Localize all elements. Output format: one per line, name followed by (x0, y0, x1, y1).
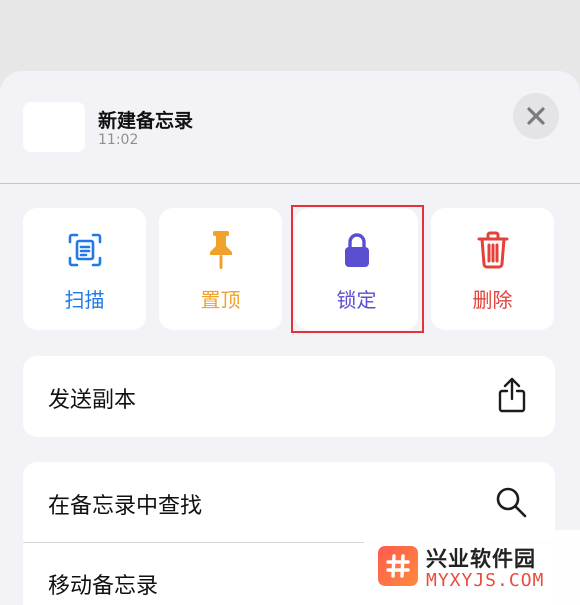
note-thumbnail (23, 102, 85, 152)
send-copy-label: 发送副本 (48, 388, 137, 413)
watermark-name: 兴业软件园 (426, 547, 536, 571)
send-copy-row[interactable]: 发送副本 (23, 356, 555, 437)
find-in-note-label: 在备忘录中查找 (48, 494, 203, 519)
note-timestamp: 11:02 (98, 132, 139, 148)
scan-document-icon (68, 233, 101, 267)
hash-logo (378, 546, 418, 586)
header-divider (0, 183, 580, 184)
pin-label: 置顶 (200, 288, 241, 312)
pin-action-button[interactable]: 置顶 (159, 208, 282, 330)
share-icon (498, 377, 526, 413)
lock-action-button[interactable]: 锁定 (295, 208, 418, 330)
watermark-url: MYXYJS.COM (426, 570, 545, 591)
note-title: 新建备忘录 (98, 110, 194, 132)
note-header: 新建备忘录 11:02 (0, 71, 580, 183)
lock-label: 锁定 (336, 288, 377, 312)
action-sheet: 新建备忘录 11:02 扫描 置顶 锁定 删除 发送副本 在备忘录中查找 移动备… (0, 71, 580, 605)
pin-icon (209, 231, 232, 269)
scan-action-button[interactable]: 扫描 (23, 208, 146, 330)
delete-action-button[interactable]: 删除 (431, 208, 554, 330)
trash-icon (477, 231, 508, 269)
scan-label: 扫描 (64, 288, 105, 312)
close-button[interactable] (513, 93, 559, 139)
lock-icon (344, 233, 369, 267)
move-note-label: 移动备忘录 (48, 574, 159, 599)
watermark: 兴业软件园 MYXYJS.COM (364, 530, 580, 605)
delete-label: 删除 (472, 288, 513, 312)
magnifying-glass-icon (496, 487, 527, 518)
xmark-icon (527, 107, 545, 125)
